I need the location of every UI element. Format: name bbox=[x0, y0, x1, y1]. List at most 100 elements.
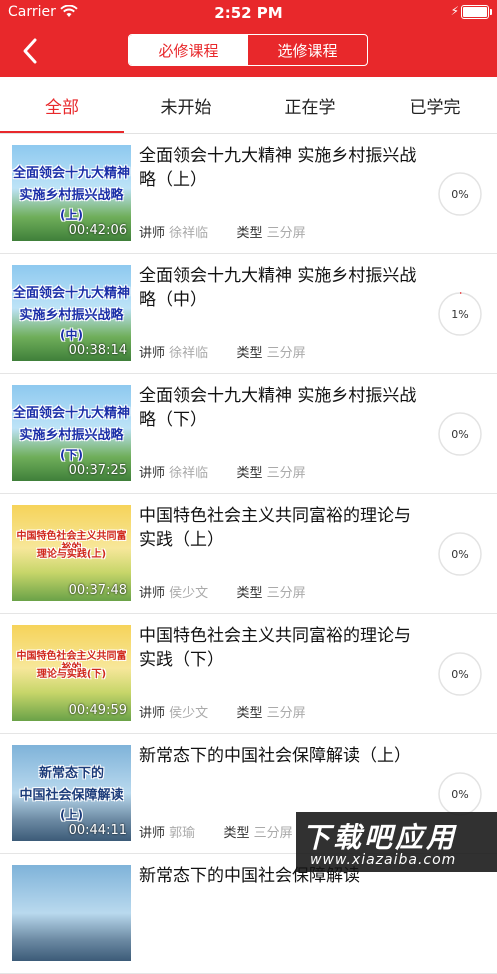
course-item[interactable]: 全面领会十九大精神 实施乡村振兴战略 (下) 00:37:25 全面领会十九大精神 … bbox=[0, 374, 497, 494]
type-label: 类型 bbox=[236, 346, 263, 361]
course-item[interactable]: 新常态下的中国社会保障解读 bbox=[0, 854, 497, 974]
course-thumbnail[interactable]: 中国特色社会主义共同富裕的 理论与实践(下) 00:49:59 bbox=[12, 625, 131, 721]
thumbnail-caption: 全面领会十九大精神 bbox=[12, 406, 130, 421]
progress-ring: 0% bbox=[437, 531, 483, 577]
course-meta: 讲师 徐祥临 类型 三分屏 bbox=[139, 462, 306, 481]
back-button[interactable] bbox=[18, 36, 44, 66]
lecturer-name: 徐祥临 bbox=[169, 466, 209, 481]
course-title: 全面领会十九大精神 实施乡村振兴战略（中） bbox=[139, 266, 417, 310]
course-item[interactable]: 中国特色社会主义共同富裕的 理论与实践(上) 00:37:48 中国特色社会主义共… bbox=[0, 494, 497, 614]
thumbnail-caption: 全面领会十九大精神 bbox=[12, 286, 130, 301]
course-duration: 00:42:06 bbox=[68, 223, 127, 238]
progress-percent: 0% bbox=[451, 667, 469, 681]
course-title: 全面领会十九大精神 实施乡村振兴战略（下） bbox=[139, 386, 417, 430]
course-thumbnail[interactable] bbox=[12, 865, 131, 961]
course-item[interactable]: 中国特色社会主义共同富裕的 理论与实践(下) 00:49:59 中国特色社会主义共… bbox=[0, 614, 497, 734]
segment-required[interactable]: 必修课程 bbox=[129, 35, 248, 65]
course-thumbnail[interactable]: 全面领会十九大精神 实施乡村振兴战略 (下) 00:37:25 bbox=[12, 385, 131, 481]
lecturer-label: 讲师 bbox=[139, 706, 166, 721]
course-title: 全面领会十九大精神 实施乡村振兴战略（上） bbox=[139, 146, 417, 190]
segment-elective[interactable]: 选修课程 bbox=[248, 35, 367, 65]
course-duration: 00:37:48 bbox=[68, 583, 127, 598]
lecturer-name: 徐祥临 bbox=[169, 346, 209, 361]
course-item[interactable]: 全面领会十九大精神 实施乡村振兴战略 (中) 00:38:14 全面领会十九大精神 … bbox=[0, 254, 497, 374]
course-duration: 00:38:14 bbox=[68, 343, 127, 358]
course-item[interactable]: 全面领会十九大精神 实施乡村振兴战略 (上) 00:42:06 全面领会十九大精神 … bbox=[0, 134, 497, 254]
type-label: 类型 bbox=[236, 226, 263, 241]
course-thumbnail[interactable]: 全面领会十九大精神 实施乡村振兴战略 (上) 00:42:06 bbox=[12, 145, 131, 241]
progress-percent: 0% bbox=[451, 187, 469, 201]
app-header: Carrier 2:52 PM ⚡ 必修课程 选修课程 bbox=[0, 0, 497, 77]
lecturer-name: 侯少文 bbox=[169, 706, 209, 721]
type-label: 类型 bbox=[236, 586, 263, 601]
watermark-url: www.xiazaiba.com bbox=[310, 852, 457, 868]
thumbnail-caption: 理论与实践(下) bbox=[36, 669, 107, 680]
course-title: 中国特色社会主义共同富裕的理论与实践（下） bbox=[139, 626, 411, 670]
course-meta: 讲师 侯少文 类型 三分屏 bbox=[139, 582, 306, 601]
course-meta: 讲师 徐祥临 类型 三分屏 bbox=[139, 342, 306, 361]
type-label: 类型 bbox=[236, 466, 263, 481]
course-type: 三分屏 bbox=[266, 346, 306, 361]
course-meta: 讲师 徐祥临 类型 三分屏 bbox=[139, 222, 306, 241]
tab-not-started[interactable]: 未开始 bbox=[124, 77, 248, 133]
progress-percent: 0% bbox=[451, 547, 469, 561]
progress-ring: 0% bbox=[437, 651, 483, 697]
battery-icon bbox=[461, 5, 492, 19]
type-label: 类型 bbox=[223, 826, 250, 841]
progress-percent: 0% bbox=[451, 427, 469, 441]
course-title: 中国特色社会主义共同富裕的理论与实践（上） bbox=[139, 506, 411, 550]
course-meta: 讲师 郭瑜 类型 三分屏 bbox=[139, 822, 293, 841]
course-thumbnail[interactable]: 中国特色社会主义共同富裕的 理论与实践(上) 00:37:48 bbox=[12, 505, 131, 601]
thumbnail-caption: 全面领会十九大精神 bbox=[12, 166, 130, 181]
thumbnail-caption: (中) bbox=[60, 328, 83, 342]
tab-completed[interactable]: 已学完 bbox=[373, 77, 497, 133]
progress-ring: 0% bbox=[437, 771, 483, 817]
progress-percent: 1% bbox=[451, 307, 469, 321]
course-type: 三分屏 bbox=[266, 586, 306, 601]
watermark: 下载吧应用 www.xiazaiba.com bbox=[296, 812, 497, 872]
type-label: 类型 bbox=[236, 706, 263, 721]
course-thumbnail[interactable]: 新常态下的中国社会保障解读 (上) 00:44:11 bbox=[12, 745, 131, 841]
progress-ring: 0% bbox=[437, 411, 483, 457]
thumbnail-caption: (下) bbox=[60, 448, 83, 462]
active-tab-indicator bbox=[0, 131, 124, 133]
thumbnail-caption: 实施乡村振兴战略 bbox=[19, 308, 124, 323]
thumbnail-caption: (上) bbox=[60, 208, 83, 222]
course-type: 三分屏 bbox=[266, 466, 306, 481]
course-segment-control: 必修课程 选修课程 bbox=[128, 34, 368, 66]
charging-icon: ⚡ bbox=[450, 4, 459, 18]
lecturer-name: 徐祥临 bbox=[169, 226, 209, 241]
course-type: 三分屏 bbox=[266, 226, 306, 241]
lecturer-label: 讲师 bbox=[139, 586, 166, 601]
progress-percent: 0% bbox=[451, 787, 469, 801]
chevron-left-icon bbox=[23, 38, 37, 64]
course-type: 三分屏 bbox=[253, 826, 293, 841]
course-title: 新常态下的中国社会保障解读（上） bbox=[139, 746, 411, 766]
thumbnail-caption: 实施乡村振兴战略 bbox=[19, 188, 124, 203]
status-time: 2:52 PM bbox=[214, 4, 283, 22]
lecturer-name: 侯少文 bbox=[169, 586, 209, 601]
thumbnail-caption: 新常态下的 bbox=[38, 766, 104, 781]
thumbnail-caption: 实施乡村振兴战略 bbox=[19, 428, 124, 443]
thumbnail-caption: 中国社会保障解读 bbox=[19, 788, 124, 803]
thumbnail-caption: (上) bbox=[60, 808, 83, 822]
status-bar: Carrier 2:52 PM ⚡ bbox=[0, 0, 497, 26]
course-meta: 讲师 侯少文 类型 三分屏 bbox=[139, 702, 306, 721]
lecturer-label: 讲师 bbox=[139, 226, 166, 241]
watermark-text: 下载吧应用 bbox=[302, 821, 458, 854]
course-duration: 00:44:11 bbox=[68, 823, 127, 838]
lecturer-label: 讲师 bbox=[139, 826, 166, 841]
tab-in-progress[interactable]: 正在学 bbox=[248, 77, 372, 133]
course-thumbnail[interactable]: 全面领会十九大精神 实施乡村振兴战略 (中) 00:38:14 bbox=[12, 265, 131, 361]
course-duration: 00:37:25 bbox=[68, 463, 127, 478]
progress-ring: 1% bbox=[437, 291, 483, 337]
thumbnail-caption: 理论与实践(上) bbox=[36, 549, 107, 560]
filter-tabs: 全部 未开始 正在学 已学完 bbox=[0, 77, 497, 134]
lecturer-label: 讲师 bbox=[139, 346, 166, 361]
lecturer-name: 郭瑜 bbox=[169, 826, 196, 841]
lecturer-label: 讲师 bbox=[139, 466, 166, 481]
course-type: 三分屏 bbox=[266, 706, 306, 721]
tab-all[interactable]: 全部 bbox=[0, 77, 124, 133]
progress-ring: 0% bbox=[437, 171, 483, 217]
course-duration: 00:49:59 bbox=[68, 703, 127, 718]
